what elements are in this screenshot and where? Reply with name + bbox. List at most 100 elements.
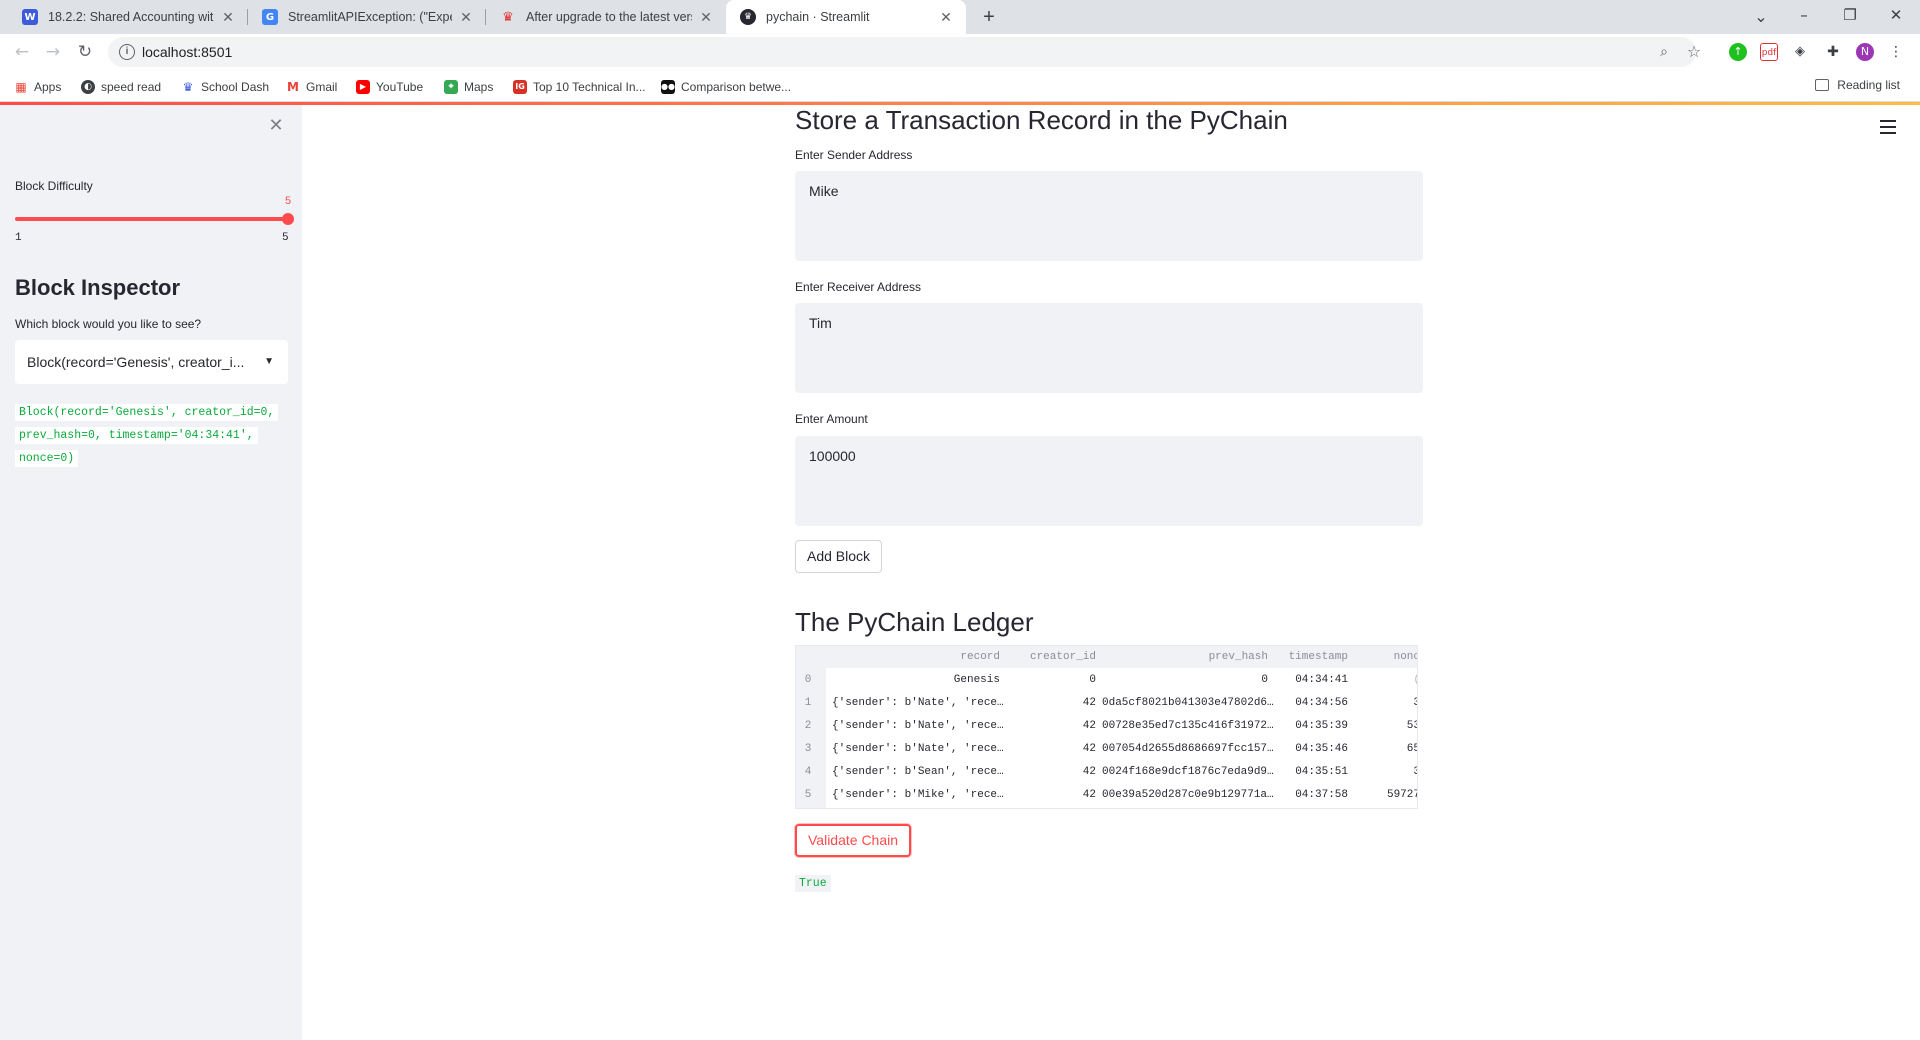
receiver-input[interactable]: Tim bbox=[795, 303, 1423, 393]
gmail-icon: M bbox=[287, 80, 299, 94]
table-row[interactable]: 5 {'sender': b'Mike', 'rece… 42 00e39a52… bbox=[796, 784, 1417, 806]
sidebar: ✕ Block Difficulty 5 1 5 Block Inspector… bbox=[0, 105, 302, 1040]
tab-favicon-icon: ♛ bbox=[740, 9, 756, 25]
new-tab-button[interactable]: + bbox=[977, 5, 1001, 29]
column-header[interactable]: timestamp bbox=[1274, 646, 1348, 668]
extension-icon[interactable]: pdf bbox=[1760, 43, 1778, 61]
receiver-label: Enter Receiver Address bbox=[795, 280, 922, 294]
browser-tab[interactable]: W 18.2.2: Shared Accounting with D ✕ bbox=[8, 0, 248, 34]
reading-list-button[interactable]: Reading list bbox=[1815, 78, 1900, 92]
amount-input[interactable]: 100000 bbox=[795, 436, 1423, 526]
tab-close-icon[interactable]: ✕ bbox=[458, 9, 474, 26]
row-index: 5 bbox=[804, 789, 812, 801]
difficulty-slider-thumb[interactable] bbox=[282, 213, 294, 225]
validate-chain-button[interactable]: Validate Chain bbox=[795, 824, 912, 857]
cell-nonce: 3 bbox=[1354, 761, 1417, 783]
difficulty-slider-min: 1 bbox=[15, 232, 22, 244]
sender-label: Enter Sender Address bbox=[795, 148, 913, 162]
cell-creator-id: 42 bbox=[1082, 789, 1096, 801]
cell-timestamp: 04:37:58 bbox=[1295, 789, 1348, 801]
tab-title: After upgrade to the latest versio bbox=[526, 10, 692, 24]
table-row[interactable]: 3 {'sender': b'Nate', 'rece… 42 007054d2… bbox=[796, 738, 1417, 760]
minimize-button[interactable]: – bbox=[1781, 0, 1827, 30]
cell-nonce: 53 bbox=[1406, 720, 1417, 732]
cell-nonce: 3 bbox=[1354, 692, 1417, 714]
cell-timestamp: 04:34:41 bbox=[1295, 674, 1348, 686]
bookmark-comparison[interactable]: ●● Comparison betwe... bbox=[661, 78, 791, 96]
profile-avatar[interactable]: N bbox=[1856, 43, 1874, 61]
column-header[interactable]: creator_id bbox=[1006, 646, 1096, 668]
difficulty-label: Block Difficulty bbox=[15, 179, 93, 193]
sender-input[interactable]: Mike bbox=[795, 171, 1423, 261]
cell-record: Genesis bbox=[953, 674, 1000, 686]
column-header[interactable]: nonc bbox=[1354, 646, 1417, 668]
block-inspector-title: Block Inspector bbox=[15, 275, 181, 300]
row-index: 3 bbox=[804, 743, 812, 755]
ledger-table[interactable]: record creator_id prev_hash timestamp no… bbox=[795, 645, 1418, 809]
page-title: Store a Transaction Record in the PyChai… bbox=[795, 105, 1288, 135]
table-row[interactable]: 2 {'sender': b'Nate', 'rece… 42 00728e35… bbox=[796, 715, 1417, 737]
cell-prev-hash: 00e39a520d287c0e9b129771a… bbox=[1102, 789, 1274, 801]
bookmark-label: Comparison betwe... bbox=[681, 80, 792, 94]
tab-search-icon[interactable]: ⌄ bbox=[1738, 2, 1784, 32]
tab-favicon-icon: G bbox=[262, 9, 278, 25]
tab-close-icon[interactable]: ✕ bbox=[938, 9, 954, 26]
tab-close-icon[interactable]: ✕ bbox=[220, 9, 236, 26]
browser-tab-active[interactable]: ♛ pychain · Streamlit ✕ bbox=[726, 0, 966, 34]
extension-icon[interactable]: ↑ bbox=[1729, 43, 1747, 61]
cell-nonce: 65 bbox=[1406, 743, 1417, 755]
block-select-label: Which block would you like to see? bbox=[15, 317, 202, 331]
cell-prev-hash: 0da5cf8021b041303e47802d6… bbox=[1102, 697, 1274, 709]
tab-favicon-icon: W bbox=[22, 9, 38, 25]
close-window-button[interactable]: ✕ bbox=[1873, 0, 1919, 30]
bookmark-speed-read[interactable]: ◐ speed read bbox=[81, 78, 161, 96]
zoom-icon[interactable]: ⌕ bbox=[1654, 42, 1674, 62]
bookmark-label: YouTube bbox=[376, 80, 424, 94]
bookmark-maps[interactable]: ⌖ Maps bbox=[444, 78, 493, 96]
cell-timestamp: 04:35:51 bbox=[1295, 766, 1348, 778]
tab-favicon-icon: ♛ bbox=[502, 9, 514, 25]
block-select[interactable]: Block(record='Genesis', creator_i... ▼ bbox=[15, 340, 288, 384]
browser-tab[interactable]: G StreamlitAPIException: ("Expecte ✕ bbox=[248, 0, 486, 34]
column-header[interactable]: record bbox=[832, 646, 1000, 668]
bookmarks-bar: ▦ Apps ◐ speed read ♛ School Dash M Gmai… bbox=[0, 70, 1920, 102]
table-row[interactable]: 4 {'sender': b'Sean', 'rece… 42 0024f168… bbox=[796, 761, 1417, 783]
address-url[interactable]: localhost:8501 bbox=[142, 44, 232, 60]
extensions-puzzle-icon[interactable]: ✚ bbox=[1824, 43, 1842, 61]
restore-button[interactable]: ❐ bbox=[1827, 0, 1873, 30]
browser-tab[interactable]: ♛ After upgrade to the latest versio ✕ bbox=[486, 0, 726, 34]
browser-menu-icon[interactable]: ⋮ bbox=[1887, 43, 1905, 61]
table-row[interactable]: 1 {'sender': b'Nate', 'rece… 42 0da5cf80… bbox=[796, 692, 1417, 714]
tab-close-icon[interactable]: ✕ bbox=[698, 9, 714, 26]
code-line: Block(record='Genesis', creator_id=0, bbox=[15, 404, 279, 421]
bookmark-apps[interactable]: ▦ Apps bbox=[14, 78, 61, 96]
reading-list-label: Reading list bbox=[1837, 78, 1900, 92]
cell-creator-id: 42 bbox=[1082, 743, 1096, 755]
cell-record: {'sender': b'Nate', 'rece… bbox=[832, 743, 1004, 755]
back-arrow-icon[interactable]: ← bbox=[10, 40, 34, 64]
column-header[interactable]: prev_hash bbox=[1102, 646, 1268, 668]
speed-read-icon: ◐ bbox=[81, 80, 95, 94]
forward-arrow-icon[interactable]: → bbox=[41, 40, 65, 64]
bookmark-label: Gmail bbox=[306, 80, 338, 94]
add-block-button[interactable]: Add Block bbox=[795, 540, 883, 573]
bookmark-star-icon[interactable]: ☆ bbox=[1684, 42, 1704, 62]
address-bar[interactable]: i localhost:8501 ⌕ ☆ bbox=[108, 37, 1701, 67]
extension-icon[interactable]: ◈ bbox=[1791, 43, 1809, 61]
main-menu-hamburger-icon[interactable] bbox=[1880, 120, 1896, 134]
difficulty-slider-track[interactable] bbox=[15, 217, 288, 221]
tab-title: pychain · Streamlit bbox=[766, 10, 870, 24]
table-row[interactable]: 0 Genesis 0 0 04:34:41 ( bbox=[796, 669, 1417, 691]
bookmark-school-dash[interactable]: ♛ School Dash bbox=[181, 78, 269, 96]
bookmark-top10[interactable]: IG Top 10 Technical In... bbox=[513, 78, 646, 96]
bookmark-gmail[interactable]: M Gmail bbox=[286, 78, 337, 96]
reload-icon[interactable]: ↻ bbox=[73, 40, 97, 64]
sidebar-close-icon[interactable]: ✕ bbox=[266, 116, 286, 136]
bookmark-youtube[interactable]: ▶ YouTube bbox=[356, 78, 423, 96]
site-info-icon[interactable]: i bbox=[119, 44, 135, 60]
ledger-title: The PyChain Ledger bbox=[795, 607, 1034, 637]
cell-record: {'sender': b'Nate', 'rece… bbox=[832, 720, 1004, 732]
reading-list-icon bbox=[1815, 79, 1830, 91]
cell-creator-id: 42 bbox=[1082, 720, 1096, 732]
difficulty-slider-max: 5 bbox=[282, 232, 289, 244]
